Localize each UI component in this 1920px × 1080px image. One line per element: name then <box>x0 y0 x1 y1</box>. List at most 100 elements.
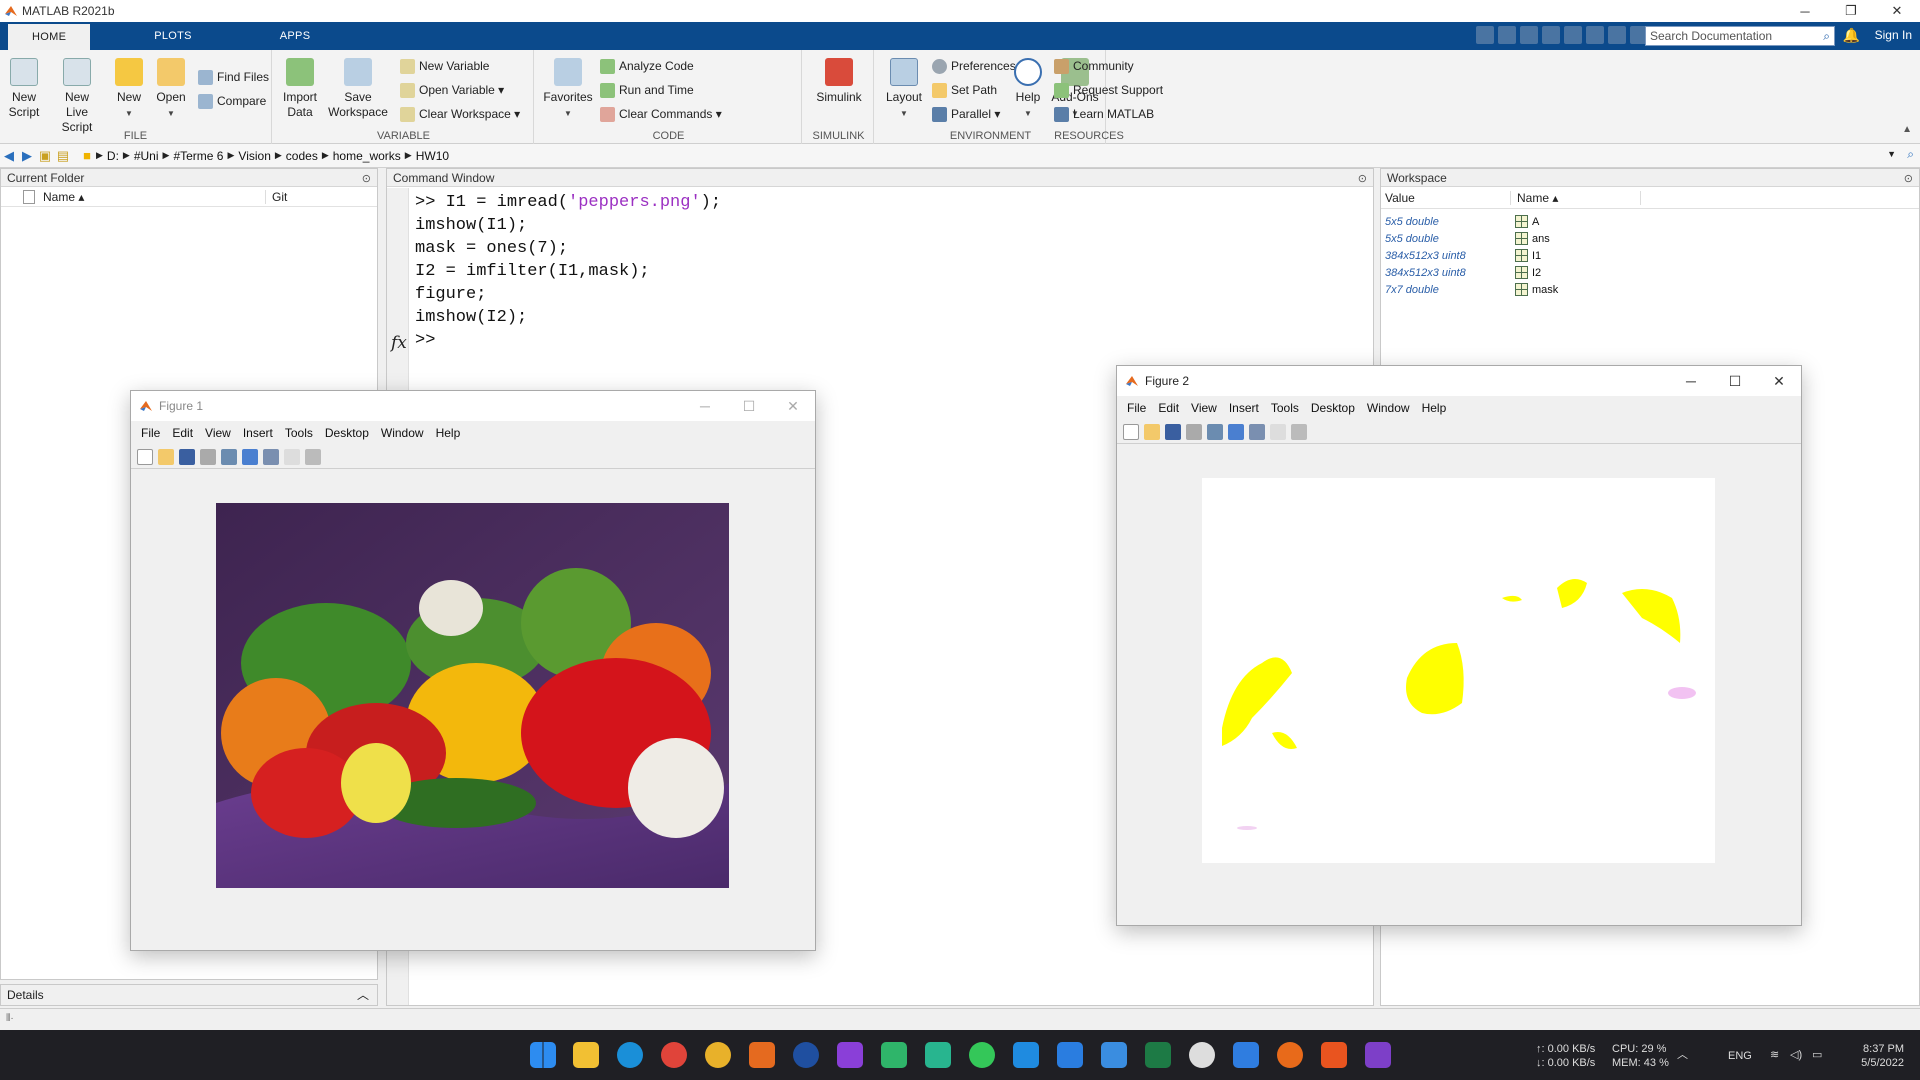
back-arrow-icon[interactable]: ◀ <box>0 148 18 164</box>
mail-icon[interactable] <box>1101 1042 1127 1068</box>
breadcrumb-item[interactable]: home_works <box>333 149 401 163</box>
menu-help[interactable]: Help <box>436 426 461 440</box>
menu-window[interactable]: Window <box>1367 401 1410 415</box>
minimize-button[interactable]: ─ <box>683 391 727 421</box>
request-support-button[interactable]: Request Support <box>1054 81 1163 99</box>
learn-matlab-button[interactable]: Learn MATLAB <box>1054 105 1154 123</box>
vscode-icon[interactable] <box>1013 1042 1039 1068</box>
notification-bell-icon[interactable]: 🔔 <box>1843 27 1860 44</box>
open-button[interactable]: Open ▼ <box>148 58 194 121</box>
import-data-button[interactable]: Import Data <box>276 58 324 120</box>
maximize-button[interactable]: ☐ <box>1713 366 1757 396</box>
breadcrumb-item[interactable]: D: <box>107 149 119 163</box>
search-folder-icon[interactable]: ⌕ <box>1907 147 1914 162</box>
figure-2-window[interactable]: Figure 2 ─ ☐ ✕ File Edit View Insert Too… <box>1116 365 1802 926</box>
breadcrumb-item[interactable]: #Terme 6 <box>173 149 223 163</box>
matlab-taskbar-icon[interactable] <box>749 1042 775 1068</box>
set-path-button[interactable]: Set Path <box>932 81 997 99</box>
panel-menu-icon[interactable]: ⊙ <box>1358 170 1367 188</box>
breadcrumb-item[interactable]: HW10 <box>416 149 449 163</box>
colorbar-icon[interactable] <box>1228 423 1244 440</box>
compare-button[interactable]: Compare <box>198 92 266 110</box>
menu-tools[interactable]: Tools <box>1271 401 1299 415</box>
figure-1-title-bar[interactable]: Figure 1 ─ ☐ ✕ <box>131 391 815 421</box>
up-folder-icon[interactable]: ▣ <box>36 148 54 164</box>
windows-start-icon[interactable] <box>530 1042 556 1068</box>
figure-1-window[interactable]: Figure 1 ─ ☐ ✕ File Edit View Insert Too… <box>130 390 816 951</box>
breadcrumb-item[interactable]: Vision <box>238 149 270 163</box>
command-input-line[interactable]: >> <box>415 329 721 352</box>
new-script-button[interactable]: New Script <box>0 58 48 120</box>
new-button[interactable]: New ▼ <box>106 58 152 121</box>
column-header-name[interactable]: Name ▴ <box>1511 190 1641 205</box>
open-file-icon[interactable] <box>158 448 174 465</box>
open-file-icon[interactable] <box>1144 423 1160 440</box>
close-button[interactable]: ✕ <box>771 391 815 421</box>
browse-folder-icon[interactable]: ▤ <box>54 148 72 164</box>
excel-icon[interactable] <box>1145 1042 1171 1068</box>
save-icon[interactable] <box>1165 423 1181 440</box>
volume-icon[interactable]: ◁) <box>1790 1048 1802 1062</box>
panel-menu-icon[interactable]: ⊙ <box>362 170 371 188</box>
pointer-icon[interactable] <box>284 448 300 465</box>
figure-2-title-bar[interactable]: Figure 2 ─ ☐ ✕ <box>1117 366 1801 396</box>
notes-app-icon[interactable] <box>1057 1042 1083 1068</box>
edge-browser-icon[interactable] <box>617 1042 643 1068</box>
function-browser-icon[interactable]: fx <box>391 333 407 353</box>
search-documentation-input[interactable]: Search Documentation ⌕ <box>1645 26 1835 46</box>
file-explorer-icon[interactable] <box>573 1042 599 1068</box>
menu-help[interactable]: Help <box>1422 401 1447 415</box>
simulink-button[interactable]: Simulink <box>810 58 868 105</box>
link-plot-icon[interactable] <box>221 448 237 465</box>
help-button[interactable]: Help ▼ <box>1008 58 1048 121</box>
property-inspector-icon[interactable] <box>305 448 321 465</box>
print-icon[interactable] <box>200 448 216 465</box>
new-figure-icon[interactable] <box>1123 423 1139 440</box>
current-folder-address-bar[interactable]: ◀ ▶ ▣ ▤ ■ ▶ D: ▶ #Uni ▶ #Terme 6 ▶ Vision ▶ … <box>0 144 1920 168</box>
menu-insert[interactable]: Insert <box>1229 401 1259 415</box>
workspace-row[interactable]: 7x7 double mask <box>1381 281 1919 298</box>
clear-workspace-button[interactable]: Clear Workspace ▾ <box>400 105 520 123</box>
analyze-code-button[interactable]: Analyze Code <box>600 57 694 75</box>
close-button[interactable]: ✕ <box>1757 366 1801 396</box>
menu-file[interactable]: File <box>141 426 160 440</box>
collapse-ribbon-icon[interactable]: ▲ <box>1902 124 1912 135</box>
undo-icon[interactable] <box>1564 26 1582 44</box>
workspace-row[interactable]: 5x5 double A <box>1381 213 1919 230</box>
menu-insert[interactable]: Insert <box>243 426 273 440</box>
address-dropdown-icon[interactable]: ▼ <box>1887 149 1896 159</box>
new-live-script-button[interactable]: New Live Script <box>50 58 104 135</box>
menu-file[interactable]: File <box>1127 401 1146 415</box>
community-button[interactable]: Community <box>1054 57 1134 75</box>
legend-icon[interactable] <box>263 448 279 465</box>
legend-icon[interactable] <box>1249 423 1265 440</box>
app-icon[interactable] <box>1233 1042 1259 1068</box>
pycharm-icon[interactable] <box>881 1042 907 1068</box>
save-workspace-button[interactable]: Save Workspace <box>326 58 390 120</box>
sign-in-link[interactable]: Sign In <box>1875 28 1912 42</box>
cut-icon[interactable] <box>1498 26 1516 44</box>
panel-menu-icon[interactable]: ⊙ <box>1904 170 1913 188</box>
menu-edit[interactable]: Edit <box>172 426 193 440</box>
battery-icon[interactable]: ▭ <box>1812 1048 1822 1062</box>
menu-view[interactable]: View <box>205 426 231 440</box>
breadcrumb-item[interactable]: codes <box>286 149 318 163</box>
paste-icon[interactable] <box>1542 26 1560 44</box>
find-files-button[interactable]: Find Files <box>198 68 269 86</box>
app-icon[interactable] <box>793 1042 819 1068</box>
new-variable-button[interactable]: New Variable <box>400 57 489 75</box>
chrome-icon[interactable] <box>705 1042 731 1068</box>
maximize-button[interactable]: ☐ <box>727 391 771 421</box>
copy-icon[interactable] <box>1520 26 1538 44</box>
breadcrumb-item[interactable]: #Uni <box>134 149 159 163</box>
pointer-icon[interactable] <box>1270 423 1286 440</box>
link-plot-icon[interactable] <box>1207 423 1223 440</box>
open-variable-button[interactable]: Open Variable ▾ <box>400 81 504 99</box>
whatsapp-icon[interactable] <box>969 1042 995 1068</box>
restore-button[interactable]: ❐ <box>1828 0 1874 22</box>
column-header-git[interactable]: Git <box>265 189 287 204</box>
minimize-button[interactable]: ─ <box>1782 0 1828 22</box>
show-hidden-icons-chevron-icon[interactable]: ︿ <box>1677 1048 1688 1062</box>
run-and-time-button[interactable]: Run and Time <box>600 81 694 99</box>
phpstorm-icon[interactable] <box>837 1042 863 1068</box>
